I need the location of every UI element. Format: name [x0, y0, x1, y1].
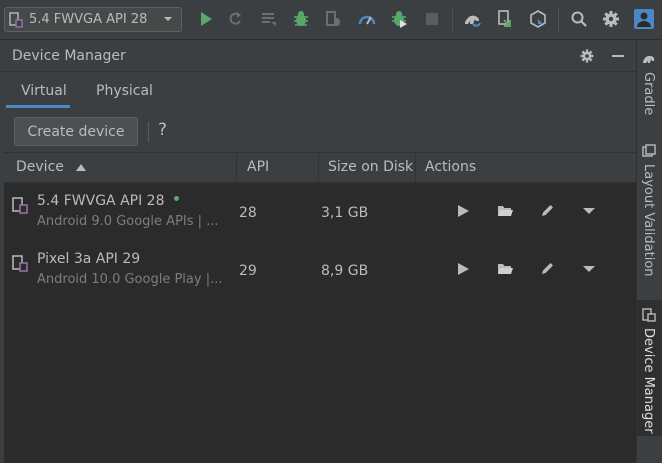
- device-subtitle: Android 9.0 Google APIs | ...: [37, 214, 219, 229]
- device-manager-icon: [642, 308, 656, 322]
- chevron-down-icon[interactable]: [581, 203, 597, 219]
- stop-icon[interactable]: [423, 10, 441, 28]
- gradle-icon: [643, 55, 655, 63]
- panel-title: Device Manager: [12, 48, 126, 64]
- column-header-size[interactable]: Size on Disk: [318, 153, 415, 182]
- device-name-text: 5.4 FWVGA API 28: [37, 193, 165, 209]
- device-icon: [12, 255, 28, 272]
- tab-physical[interactable]: Physical: [96, 83, 153, 99]
- run-icon[interactable]: [197, 10, 215, 28]
- sidebar-item-label: Device Manager: [641, 328, 656, 434]
- help-button[interactable]: ?: [158, 120, 167, 140]
- device-icon: [12, 197, 28, 214]
- device-actions-bar: Create device ?: [0, 110, 636, 152]
- create-device-button[interactable]: Create device: [14, 117, 138, 146]
- tab-virtual[interactable]: Virtual: [21, 83, 67, 99]
- debug-icon[interactable]: [292, 10, 310, 28]
- account-icon[interactable]: [634, 9, 654, 29]
- column-header-device-label: Device: [16, 159, 64, 175]
- settings-icon[interactable]: [602, 10, 620, 28]
- main-toolbar: 5.4 FWVGA API 28: [0, 0, 662, 40]
- launch-icon[interactable]: [455, 261, 471, 277]
- device-selector[interactable]: 5.4 FWVGA API 28: [4, 7, 182, 32]
- sdk-manager-icon[interactable]: [529, 10, 547, 28]
- device-name: Pixel 3a API 29: [37, 251, 141, 267]
- toolbar-divider: [558, 8, 559, 32]
- search-icon[interactable]: [570, 10, 588, 28]
- folder-icon[interactable]: [497, 261, 513, 277]
- attach-debugger-icon[interactable]: [324, 10, 342, 28]
- gradle-sync-icon[interactable]: [463, 10, 481, 28]
- online-status-dot: [174, 196, 180, 201]
- profile-icon[interactable]: [358, 10, 376, 28]
- device-subtitle: Android 10.0 Google Play |...: [37, 272, 223, 287]
- layout-validation-icon: [642, 144, 656, 157]
- table-row[interactable]: Pixel 3a API 29 Android 10.0 Google Play…: [4, 243, 636, 301]
- apply-changes-icon[interactable]: [226, 10, 244, 28]
- device-size: 3,1 GB: [321, 205, 369, 221]
- action-divider: [148, 122, 149, 142]
- table-row[interactable]: 5.4 FWVGA API 28 Android 9.0 Google APIs…: [4, 185, 636, 243]
- folder-icon[interactable]: [497, 203, 513, 219]
- edit-icon[interactable]: [539, 203, 555, 219]
- tool-window-header: Device Manager: [0, 40, 636, 72]
- right-tool-strip: Gradle Layout Validation Device Manager: [636, 40, 662, 463]
- sort-ascending-icon: [76, 164, 87, 171]
- device-selector-label: 5.4 FWVGA API 28: [29, 12, 148, 27]
- device-manager-icon[interactable]: [496, 10, 514, 28]
- toolbar-divider: [452, 8, 453, 32]
- device-icon: [9, 11, 23, 28]
- column-header-device[interactable]: Device: [16, 153, 236, 182]
- sidebar-item-layout-validation[interactable]: Layout Validation: [637, 138, 662, 278]
- column-header-api[interactable]: API: [236, 153, 318, 182]
- device-table: Device API Size on Disk Actions 5.4 FWVG…: [4, 152, 636, 463]
- gear-icon[interactable]: [580, 49, 594, 63]
- sidebar-item-device-manager[interactable]: Device Manager: [637, 300, 662, 436]
- table-header: Device API Size on Disk Actions: [4, 152, 636, 183]
- device-api: 28: [239, 205, 257, 221]
- chevron-down-icon[interactable]: [581, 261, 597, 277]
- device-name: 5.4 FWVGA API 28: [37, 193, 180, 209]
- sidebar-item-label: Layout Validation: [641, 164, 656, 277]
- minimize-icon[interactable]: [611, 49, 625, 63]
- chevron-down-icon: [164, 17, 172, 21]
- device-size: 8,9 GB: [321, 263, 369, 279]
- launch-icon[interactable]: [455, 203, 471, 219]
- device-type-tabs: Virtual Physical: [0, 72, 636, 110]
- device-api: 29: [239, 263, 257, 279]
- sidebar-item-label: Gradle: [641, 72, 656, 116]
- run-with-coverage-icon[interactable]: [390, 10, 408, 28]
- selected-tab-indicator: [6, 105, 70, 108]
- sidebar-item-gradle[interactable]: Gradle: [637, 44, 662, 130]
- edit-icon[interactable]: [539, 261, 555, 277]
- column-header-actions: Actions: [415, 153, 636, 182]
- apply-code-changes-icon[interactable]: [260, 10, 278, 28]
